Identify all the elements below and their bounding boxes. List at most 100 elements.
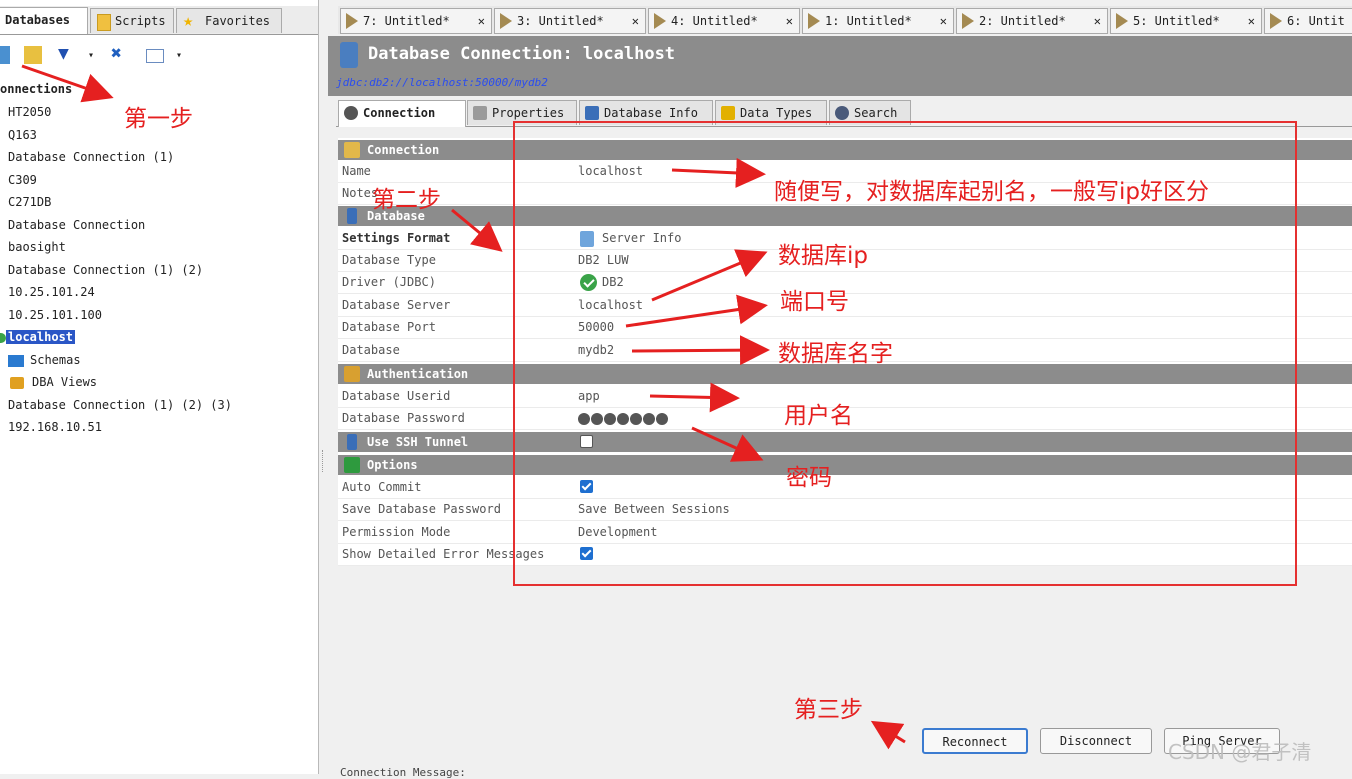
tree-item-schemas[interactable]: Schemas bbox=[8, 351, 81, 369]
database-type-field[interactable]: DB2 LUW bbox=[578, 253, 629, 267]
tree-item-label: baosight bbox=[8, 240, 66, 254]
close-icon[interactable]: ✕ bbox=[1248, 9, 1255, 33]
tree-item-connection[interactable]: 192.168.10.51 bbox=[8, 418, 102, 436]
ssh-tunnel-checkbox[interactable] bbox=[580, 435, 593, 448]
save-password-select[interactable]: Save Between Sessions bbox=[578, 502, 730, 516]
editor-tab[interactable]: 4: Untitled* ✕ bbox=[648, 8, 800, 34]
show-errors-checkbox[interactable] bbox=[580, 547, 593, 560]
annotation-server: 数据库ip bbox=[778, 243, 868, 269]
connections-header: onnections bbox=[0, 82, 73, 96]
close-icon[interactable]: ✕ bbox=[786, 9, 793, 33]
tab-favorites[interactable]: ★ Favorites bbox=[176, 8, 282, 33]
close-icon[interactable]: ✕ bbox=[632, 9, 639, 33]
lock-icon bbox=[10, 376, 24, 389]
userid-field[interactable]: app bbox=[578, 389, 600, 403]
tree-item-connection[interactable]: Database Connection (1) (2) (3) bbox=[8, 396, 232, 414]
auto-commit-checkbox[interactable] bbox=[580, 480, 593, 493]
settings-format-value[interactable]: Server Info bbox=[578, 231, 682, 247]
tree-item-connection[interactable]: C309 bbox=[8, 171, 37, 189]
tree-item-connection[interactable]: Q163 bbox=[8, 126, 37, 144]
password-dot bbox=[630, 412, 642, 425]
section-title: Connection bbox=[367, 143, 440, 157]
sql-script-icon bbox=[808, 13, 820, 29]
disconnect-button[interactable]: Disconnect bbox=[1040, 728, 1152, 754]
annotation-step1: 第一步 bbox=[124, 106, 193, 132]
tab-databases[interactable]: Databases bbox=[0, 7, 88, 34]
tab-database-info[interactable]: Database Info bbox=[579, 100, 713, 125]
tree-item-label: DBA Views bbox=[32, 375, 98, 389]
database-icon bbox=[340, 42, 358, 68]
sql-script-icon bbox=[1116, 13, 1128, 29]
window-icon[interactable] bbox=[146, 49, 164, 63]
section-connection: Connection bbox=[338, 140, 1352, 160]
tab-properties[interactable]: Properties bbox=[467, 100, 577, 125]
reconnect-button[interactable]: Reconnect bbox=[922, 728, 1028, 754]
tools-icon bbox=[473, 106, 487, 120]
password-dot bbox=[656, 412, 668, 425]
checkmark-icon bbox=[344, 457, 360, 473]
tab-connection[interactable]: Connection bbox=[338, 100, 466, 127]
tree-item-connection[interactable]: 10.25.101.100 bbox=[8, 306, 102, 324]
editor-tab[interactable]: 1: Untitled* ✕ bbox=[802, 8, 954, 34]
password-dot bbox=[591, 412, 603, 425]
editor-tab[interactable]: 7: Untitled* ✕ bbox=[340, 8, 492, 34]
tree-item-connection[interactable]: 10.25.101.24 bbox=[8, 283, 95, 301]
close-icon[interactable]: ✕ bbox=[478, 9, 485, 33]
password-field[interactable] bbox=[578, 411, 669, 425]
tree-item-connection[interactable]: baosight bbox=[8, 238, 66, 256]
tab-scripts[interactable]: Scripts bbox=[90, 8, 174, 33]
connection-message-label: Connection Message: bbox=[340, 766, 466, 779]
tree-item-connection[interactable]: HT2050 bbox=[8, 103, 51, 121]
arrow-step3 bbox=[870, 720, 906, 750]
panel-splitter-handle[interactable] bbox=[322, 450, 325, 472]
row-permission-mode: Permission Mode Development bbox=[338, 522, 1352, 544]
editor-tab-strip: 7: Untitled* ✕ 3: Untitled* ✕ 4: Untitled*… bbox=[338, 6, 1352, 34]
save-password-label: Save Database Password bbox=[342, 502, 501, 516]
window-dropdown-icon[interactable]: ▾ bbox=[176, 50, 194, 68]
editor-tab[interactable]: 6: Untit bbox=[1264, 8, 1352, 34]
tree-item-connection[interactable]: Database Connection (1) bbox=[8, 148, 174, 166]
section-title: Use SSH Tunnel bbox=[367, 435, 469, 449]
tree-item-dba-views[interactable]: DBA Views bbox=[8, 373, 97, 391]
database-type-label: Database Type bbox=[342, 253, 436, 267]
database-name-field[interactable]: mydb2 bbox=[578, 343, 614, 357]
editor-tab[interactable]: 2: Untitled* ✕ bbox=[956, 8, 1108, 34]
driver-field[interactable]: DB2 bbox=[602, 275, 624, 289]
editor-tab-label: 4: Untitled* bbox=[671, 14, 758, 28]
tab-data-types[interactable]: Data Types bbox=[715, 100, 827, 125]
editor-tab[interactable]: 5: Untitled* ✕ bbox=[1110, 8, 1262, 34]
tree-item-label: HT2050 bbox=[8, 105, 52, 119]
tree-item-connection[interactable]: Database Connection bbox=[8, 216, 145, 234]
tab-label: Search bbox=[854, 106, 898, 120]
tree-item-label: 192.168.10.51 bbox=[8, 420, 102, 434]
tree-item-label: C309 bbox=[8, 173, 37, 187]
password-dot bbox=[578, 412, 590, 425]
collapse-all-icon[interactable]: ✖ bbox=[111, 43, 129, 64]
tree-item-label: Database Connection bbox=[8, 218, 146, 232]
tree-item-label: C271DB bbox=[8, 195, 52, 209]
filter-icon[interactable]: ▼ bbox=[58, 43, 76, 64]
tree-item-connection[interactable]: C271DB bbox=[8, 193, 51, 211]
navigator-toolbar: ▼ ▾ ✖ ▾ bbox=[0, 38, 318, 74]
database-port-field[interactable]: 50000 bbox=[578, 320, 614, 334]
tree-item-connection[interactable]: Database Connection (1) (2) bbox=[8, 261, 203, 279]
sql-script-icon bbox=[500, 13, 512, 29]
tree-item-label: 10.25.101.24 bbox=[8, 285, 95, 299]
close-icon[interactable]: ✕ bbox=[940, 9, 947, 33]
auto-commit-label: Auto Commit bbox=[342, 480, 422, 494]
settings-format-text: Server Info bbox=[602, 231, 682, 245]
tree-item-localhost[interactable]: localhost bbox=[0, 328, 76, 346]
tree-item-label: Database Connection (1) (2) (3) bbox=[8, 398, 232, 412]
database-server-field[interactable]: localhost bbox=[578, 298, 643, 312]
permission-mode-select[interactable]: Development bbox=[578, 525, 657, 539]
new-connection-icon[interactable] bbox=[0, 46, 10, 64]
tab-scripts-label: Scripts bbox=[115, 14, 166, 28]
close-icon[interactable]: ✕ bbox=[1094, 9, 1101, 33]
editor-tab[interactable]: 3: Untitled* ✕ bbox=[494, 8, 646, 34]
name-field[interactable]: localhost bbox=[578, 164, 643, 178]
filter-dropdown-icon[interactable]: ▾ bbox=[88, 50, 106, 68]
tab-search[interactable]: Search bbox=[829, 100, 911, 125]
tab-favorites-label: Favorites bbox=[205, 14, 271, 28]
new-folder-icon[interactable] bbox=[24, 46, 42, 64]
editor-tab-label: 1: Untitled* bbox=[825, 14, 912, 28]
